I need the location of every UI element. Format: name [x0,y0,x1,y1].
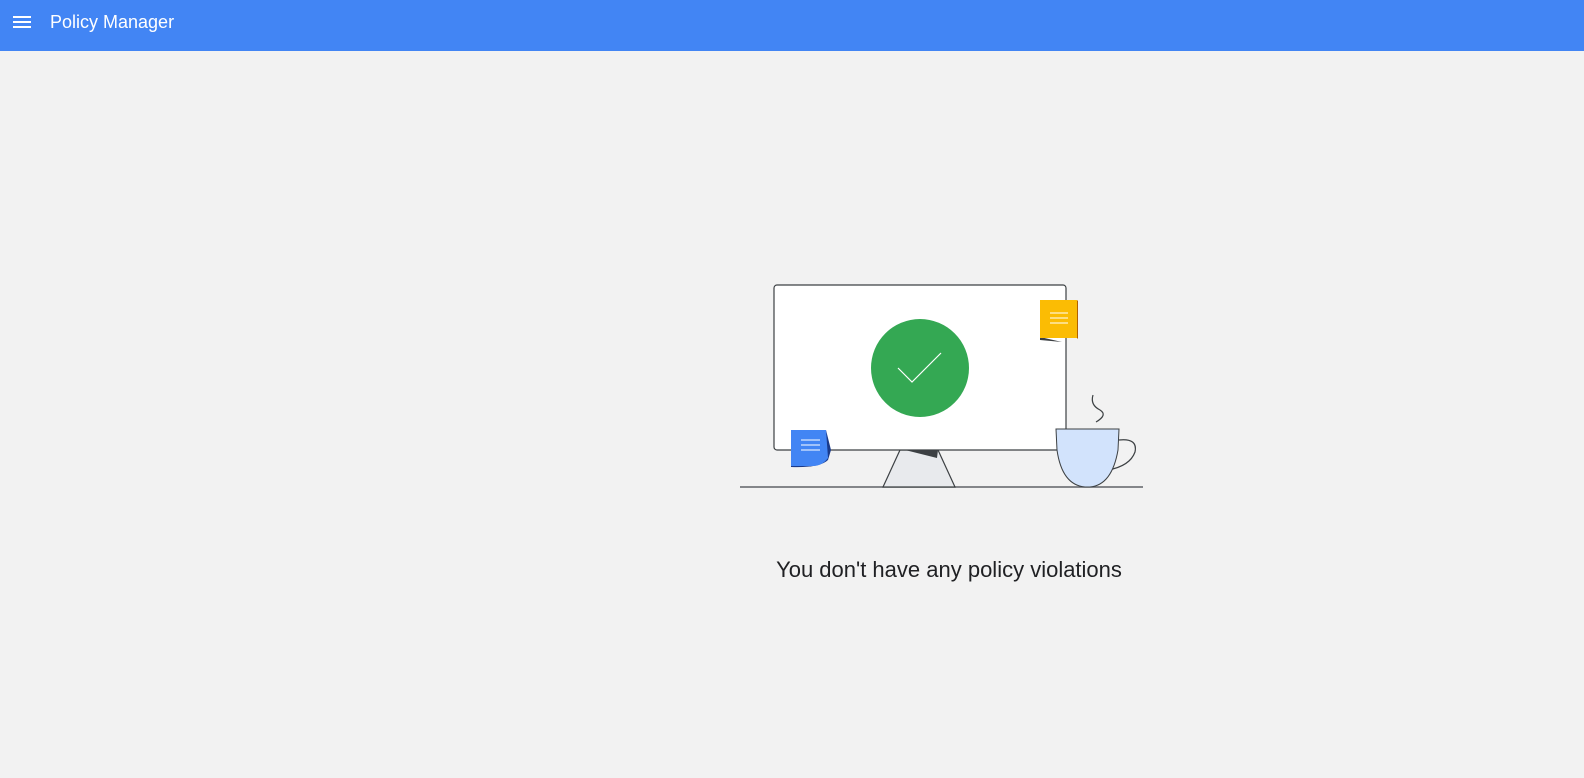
empty-state-message: You don't have any policy violations [776,557,1122,582]
app-title: Policy Manager [50,12,175,32]
menu-icon [13,16,31,28]
no-violations-illustration [740,284,1143,488]
menu-button[interactable] [10,10,34,34]
check-circle-icon [871,319,969,417]
sticky-note-blue-icon [791,430,831,468]
app-bar: Policy Manager [0,0,1584,51]
coffee-cup-icon [1055,394,1137,488]
sticky-note-icon [1040,300,1078,342]
monitor-stand [882,449,956,488]
